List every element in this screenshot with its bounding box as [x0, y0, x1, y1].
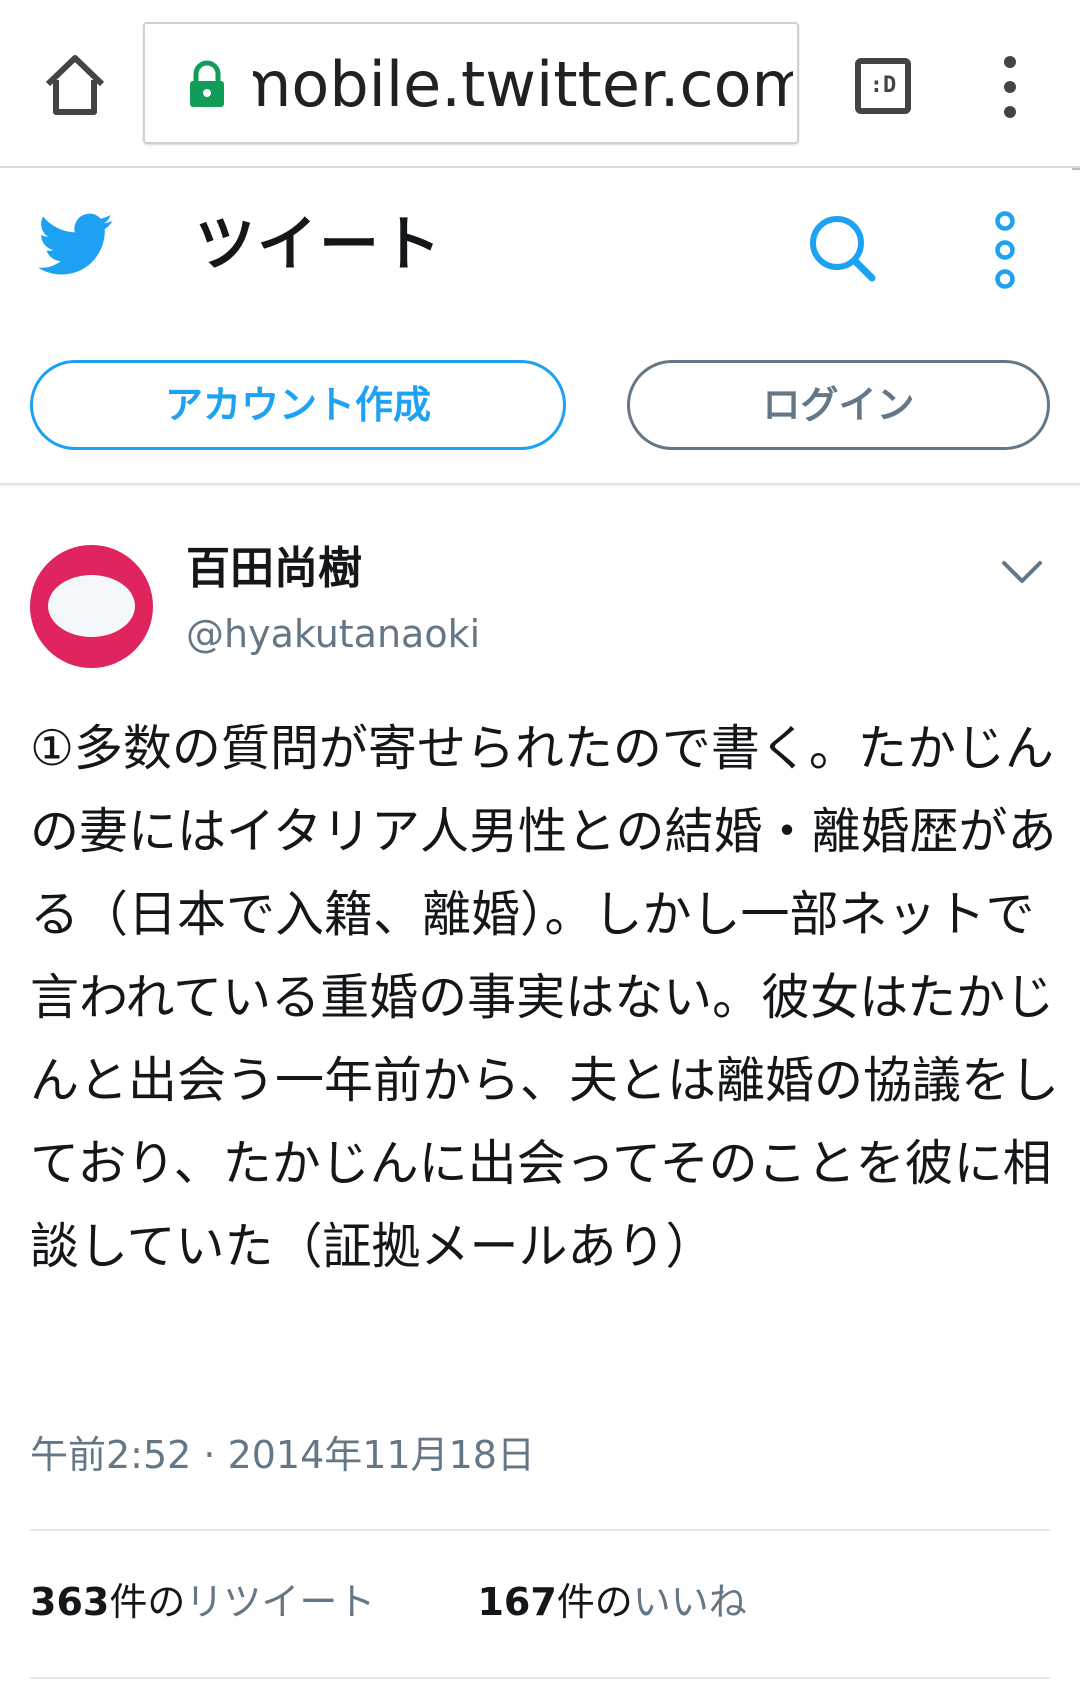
page-title: ツイート: [195, 210, 443, 280]
tab-switcher-button[interactable]: :D: [855, 58, 911, 114]
retweet-count: 363: [30, 1580, 110, 1624]
tweet-timestamp[interactable]: 午前2:52 · 2014年11月18日: [30, 1425, 535, 1485]
tweet-detail: 百田尚樹 @hyakutanaoki ①多数の質問が寄せられたので書く。たかじん…: [0, 487, 1080, 1704]
like-label: いいね: [632, 1580, 747, 1624]
login-button[interactable]: ログイン: [627, 360, 1050, 450]
chevron-down-icon[interactable]: [1000, 557, 1044, 587]
retweet-stat[interactable]: 363件のリツイート: [30, 1572, 375, 1632]
tweet-stats: 363件のリツイート 167件のいいね: [30, 1572, 747, 1632]
divider: [30, 1677, 1050, 1679]
twitter-header: ツイート アカウント作成 ログイン: [0, 170, 1080, 485]
lock-icon: [190, 60, 224, 107]
twitter-bird-icon[interactable]: [38, 212, 114, 278]
home-icon[interactable]: [40, 50, 110, 120]
browser-toolbar: mobile.twitter.com/h :D: [0, 0, 1080, 168]
more-options-icon[interactable]: [988, 210, 1022, 290]
tweet-text: ①多数の質問が寄せられたので書く。たかじんの妻にはイタリア人男性との結婚・離婚歴…: [30, 720, 1060, 1275]
divider: [30, 1529, 1050, 1531]
like-count: 167: [477, 1580, 557, 1624]
retweet-label: リツイート: [185, 1580, 376, 1624]
display-name[interactable]: 百田尚樹: [186, 539, 362, 599]
like-stat[interactable]: 167件のいいね: [477, 1572, 746, 1632]
address-bar[interactable]: mobile.twitter.com/h: [143, 22, 799, 144]
create-account-button[interactable]: アカウント作成: [30, 360, 566, 450]
avatar[interactable]: [30, 545, 153, 668]
url-text[interactable]: mobile.twitter.com/h: [253, 42, 793, 128]
like-count-suffix: 件の: [556, 1580, 633, 1624]
user-handle[interactable]: @hyakutanaoki: [186, 609, 480, 659]
more-vert-icon[interactable]: [995, 52, 1025, 122]
retweet-count-suffix: 件の: [109, 1580, 186, 1624]
search-icon[interactable]: [806, 212, 878, 284]
